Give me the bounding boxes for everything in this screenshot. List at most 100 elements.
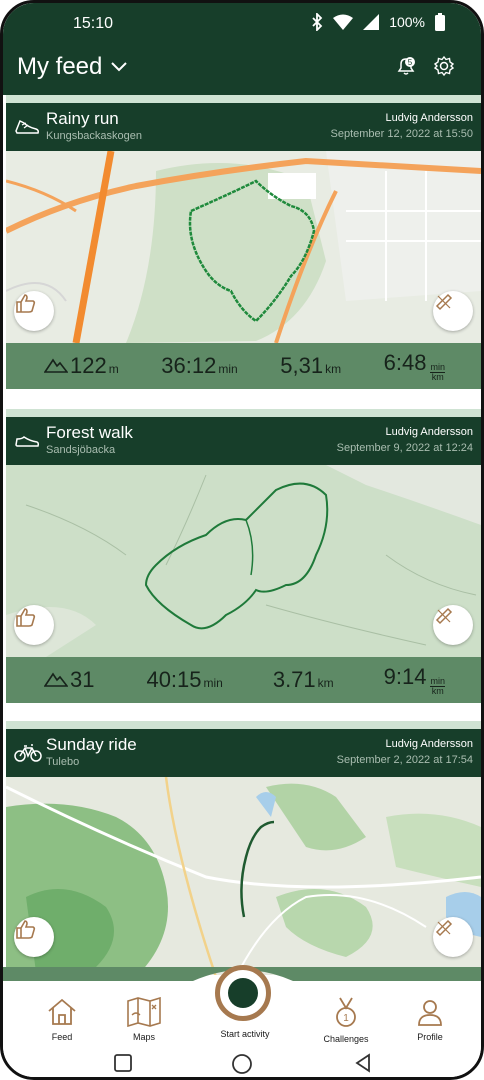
thumbs-up-icon (16, 920, 36, 939)
mountain-icon (44, 672, 68, 687)
nav-feed-label: Feed (51, 1032, 73, 1042)
distance-stat: 3.71 km (273, 667, 334, 693)
settings-icon[interactable] (433, 55, 455, 77)
nav-maps-label: Maps (132, 1032, 155, 1042)
challenge-badge: 1 (343, 1013, 349, 1024)
page-title: My feed (17, 53, 103, 80)
record-icon (228, 978, 258, 1008)
compass-icon (435, 293, 453, 311)
duration-stat: 40:15 min (146, 667, 222, 693)
nav-challenges[interactable]: 1 Challenges (311, 997, 381, 1044)
running-shoe-icon (15, 119, 39, 134)
thumbs-up-icon (16, 608, 36, 627)
activity-date: September 9, 2022 at 12:24 (336, 442, 473, 454)
activity-location: Sandsjöbacka (46, 444, 116, 456)
activity-header: Forest walk Sandsjöbacka Ludvig Andersso… (6, 417, 481, 465)
pace-value: 9:14 (383, 664, 427, 689)
activity-location: Kungsbackaskogen (46, 130, 143, 142)
activity-author[interactable]: Ludvig Andersson (386, 738, 473, 750)
compass-button[interactable] (433, 605, 473, 645)
medal-icon: 1 (336, 997, 356, 1027)
activity-title: Forest walk (46, 423, 133, 442)
walking-shoe-icon (15, 436, 40, 447)
elevation-stat: 122 m (44, 353, 119, 379)
activity-date: September 2, 2022 at 17:54 (336, 754, 473, 766)
pace-stat: 9:14 min km (384, 664, 445, 696)
battery-icon (435, 13, 445, 31)
like-button[interactable] (14, 917, 54, 957)
profile-icon (418, 1000, 442, 1026)
route-map[interactable] (6, 465, 481, 657)
activity-card[interactable]: Sunday ride Tulebo Ludvig Andersson Sept… (6, 721, 481, 975)
activity-title: Sunday ride (46, 735, 137, 754)
thumbs-up-icon (16, 294, 36, 313)
distance-value: 3.71 (272, 667, 316, 692)
distance-value: 5,31 (280, 353, 324, 378)
route-map[interactable] (6, 777, 481, 975)
activity-stats: 31 40:15 min 3.71 km 9:14 min km (6, 657, 481, 703)
activity-header: Sunday ride Tulebo Ludvig Andersson Sept… (6, 729, 481, 777)
home-button[interactable] (231, 1053, 253, 1075)
chevron-down-icon (111, 62, 128, 72)
route-map[interactable] (6, 151, 481, 343)
activity-header: Rainy run Kungsbackaskogen Ludvig Anders… (6, 103, 481, 151)
elevation-unit: m (108, 362, 119, 376)
status-time: 15:10 (73, 15, 114, 32)
pace-unit: min km (430, 676, 445, 696)
duration-value: 40:15 (146, 667, 202, 692)
activity-location: Tulebo (46, 756, 80, 768)
nav-challenges-label: Challenges (323, 1034, 369, 1044)
recents-button[interactable] (113, 1053, 133, 1073)
activity-card[interactable]: Rainy run Kungsbackaskogen Ludvig Anders… (6, 95, 481, 389)
compass-button[interactable] (433, 291, 473, 331)
nav-feed[interactable]: Feed (27, 997, 97, 1042)
duration-unit: min (203, 676, 223, 690)
status-bar: 15:10 100% (3, 13, 481, 37)
activity-title: Rainy run (46, 109, 119, 128)
activity-date: September 12, 2022 at 15:50 (330, 128, 474, 140)
signal-icon (363, 14, 380, 30)
phone-screen: 15:10 100% My feed 5 Rainy run Kungsback… (0, 0, 484, 1080)
nav-maps[interactable]: Maps (109, 996, 179, 1042)
distance-unit: km (325, 362, 342, 376)
bluetooth-icon (312, 13, 323, 31)
elevation-stat: 31 (44, 667, 96, 693)
distance-stat: 5,31 km (280, 353, 341, 379)
header-actions: 5 (395, 55, 455, 77)
back-button[interactable] (353, 1053, 373, 1073)
elevation-value: 122 (70, 353, 107, 378)
elevation-value: 31 (70, 667, 95, 692)
activity-feed[interactable]: Rainy run Kungsbackaskogen Ludvig Anders… (6, 95, 481, 975)
duration-unit: min (218, 362, 238, 376)
duration-value: 36:12 (161, 353, 217, 378)
nav-profile-label: Profile (417, 1032, 443, 1042)
distance-unit: km (317, 676, 334, 690)
card-divider (6, 721, 481, 729)
top-bar: 15:10 100% My feed 5 (3, 3, 481, 95)
battery-level: 100% (389, 14, 425, 30)
card-divider (6, 409, 481, 417)
home-icon (48, 998, 76, 1025)
pace-stat: 6:48 min km (384, 350, 445, 382)
bicycle-icon (14, 744, 42, 762)
map-icon (127, 996, 161, 1028)
activity-stats: 122 m 36:12 min 5,31 km 6:48 min km (6, 343, 481, 389)
nav-profile[interactable]: Profile (395, 997, 465, 1042)
like-button[interactable] (14, 291, 54, 331)
bottom-navigation: Feed Maps Start activity 1 Challenges Pr… (3, 965, 481, 1077)
wifi-icon (333, 14, 354, 30)
compass-button[interactable] (433, 917, 473, 957)
activity-author[interactable]: Ludvig Andersson (386, 112, 473, 124)
notifications-icon[interactable]: 5 (395, 55, 417, 77)
activity-card[interactable]: Forest walk Sandsjöbacka Ludvig Andersso… (6, 409, 481, 703)
system-navigation (3, 1051, 481, 1077)
start-activity-button[interactable] (215, 965, 271, 1021)
pace-unit: min km (430, 362, 445, 382)
start-activity-label: Start activity (220, 1029, 270, 1039)
like-button[interactable] (14, 605, 54, 645)
compass-icon (435, 919, 453, 937)
notification-count: 5 (408, 58, 413, 67)
pace-value: 6:48 (383, 350, 427, 375)
feed-selector[interactable]: My feed (17, 53, 128, 81)
activity-author[interactable]: Ludvig Andersson (386, 426, 473, 438)
